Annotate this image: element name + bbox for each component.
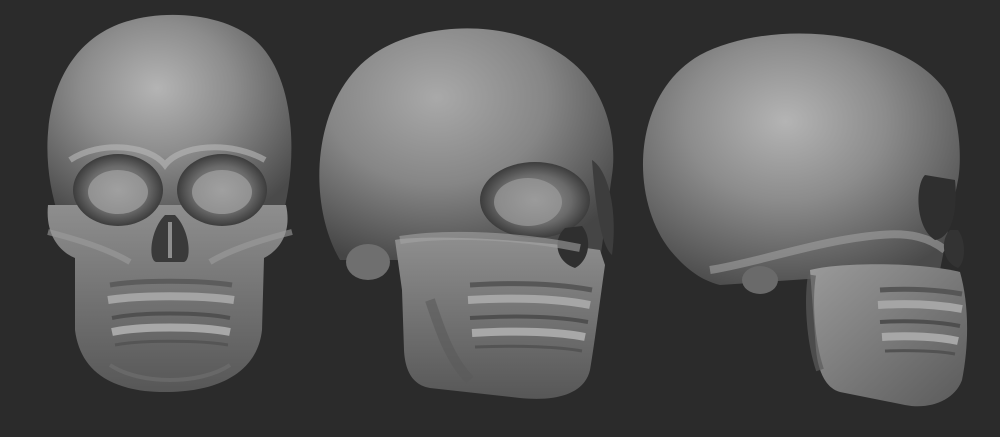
skull-render-canvas: [47, 14, 968, 407]
sculpt-viewport: [0, 0, 1000, 437]
skull-three-quarter-view: [319, 28, 614, 399]
nasal-cavity: [943, 230, 964, 268]
skull-side-view: [642, 33, 968, 407]
skull-front-view: [47, 14, 293, 392]
